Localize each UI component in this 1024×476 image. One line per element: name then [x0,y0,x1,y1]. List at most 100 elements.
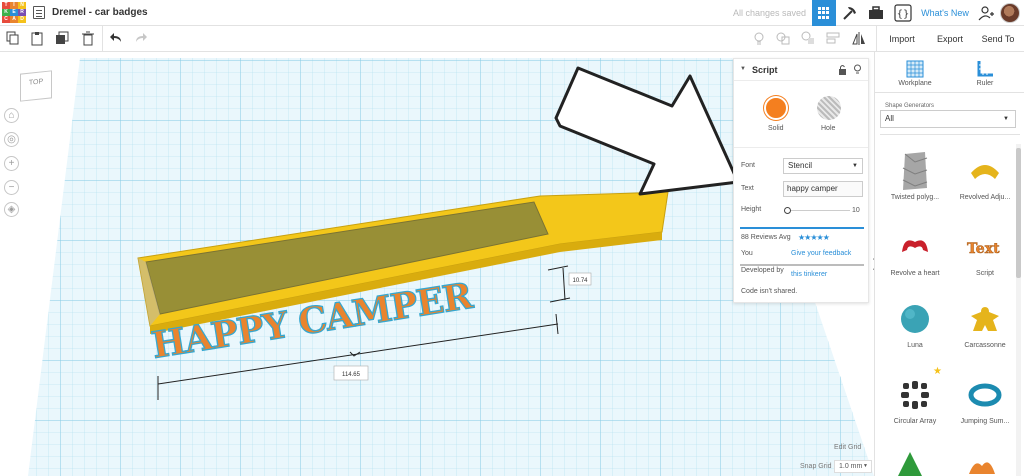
developed-by-label: Developed by [741,267,784,274]
shape-revolve-heart[interactable]: Revolve a heart [880,224,950,277]
add-user-button[interactable] [976,0,996,26]
shape-carcassonne[interactable]: Carcassonne [950,296,1020,349]
import-button[interactable]: Import [884,31,920,47]
font-value: Stencil [788,161,813,170]
shape-twisted-polygon[interactable]: Twisted polyg... [880,148,950,201]
ruler-tool[interactable]: Ruler [950,60,1020,87]
hole-label: Hole [821,125,836,132]
shape-dragon-partial[interactable] [967,456,997,476]
snap-grid-select[interactable]: 1.0 mm ▼ [834,460,872,473]
copy-icon[interactable] [6,31,20,46]
logo-letter: D [18,16,26,23]
svg-text:Text: Text [967,241,1000,257]
shape-label: Script [976,270,994,277]
sphere-icon [901,305,929,333]
category-select[interactable]: All ▼ [880,110,1016,128]
lessons-button[interactable] [866,0,886,26]
logo-letter: R [18,9,26,16]
script-text-icon: Text [967,241,1001,257]
fit-view-button[interactable]: ◎ [4,132,19,147]
ortho-view-button[interactable]: ◈ [4,202,19,217]
zoom-out-button[interactable]: − [4,180,19,195]
undo-icon[interactable] [109,31,123,46]
snap-grid-label: Snap Grid [800,463,832,470]
edit-toolbar: Import Export Send To [0,26,1024,52]
chevron-down-icon: ▼ [1003,116,1009,122]
redo-icon[interactable] [134,31,148,46]
dimension-height-value: 10.74 [572,278,588,284]
dimension-height-label[interactable]: 10.74 [568,272,592,286]
height-label: Height [741,206,762,213]
lock-icon[interactable] [838,64,847,75]
shape-jumping-sumo[interactable]: Jumping Sum... [950,372,1020,425]
logo-letter: K [2,9,10,16]
inspector-header[interactable]: ▼ Script [734,59,868,81]
code-braces-icon: {} [894,4,912,22]
view-cube[interactable]: TOP [20,70,52,102]
export-button[interactable]: Export [932,31,968,47]
revolved-adjustable-icon [971,165,999,179]
zoom-in-button[interactable]: + [4,156,19,171]
3d-view-button[interactable] [812,0,836,26]
ruler-icon [977,61,993,77]
tinkercad-logo[interactable]: TIN KER CAD [2,2,26,24]
design-menu-icon[interactable] [33,6,45,19]
add-user-icon [978,6,994,21]
font-label: Font [741,162,756,169]
ring-icon [968,383,1002,407]
shape-luna[interactable]: Luna [880,296,950,349]
dimension-width-label[interactable]: 114.65 [333,365,369,381]
right-panel: Workplane Ruler Shape Generators All ▼ T… [874,52,1024,476]
height-slider[interactable] [788,210,850,211]
solid-swatch[interactable] [764,96,788,120]
category-value: All [885,114,894,123]
group-icon[interactable] [776,31,790,46]
blocks-button[interactable] [840,0,860,26]
developer-link[interactable]: this tinkerer [791,271,827,278]
trash-icon[interactable] [81,31,95,46]
logo-letter: N [18,2,26,9]
collapse-icon[interactable]: ▼ [740,66,746,72]
revolve-heart-icon [902,240,928,252]
shape-script[interactable]: Text Script [950,224,1020,277]
user-avatar[interactable] [1000,3,1020,23]
workplane-icon [906,60,924,78]
text-label: Text [741,185,754,192]
send-to-button[interactable]: Send To [978,31,1018,47]
code-status: Code isn't shared. [741,288,798,295]
mirror-icon[interactable] [852,31,866,46]
reviews-label: 88 Reviews Avg [741,234,791,241]
shape-circular-array[interactable]: Circular Array [880,372,950,425]
snap-grid-value: 1.0 mm [839,463,863,470]
meeple-icon [971,307,999,331]
shape-label: Revolved Adju... [959,194,1011,201]
chevron-down-icon: ▼ [852,163,858,169]
ruler-label: Ruler [976,80,994,87]
right-panel-scrollbar[interactable] [1016,144,1021,476]
shape-label: Luna [907,342,923,349]
logo-letter: T [2,2,10,9]
text-input[interactable]: happy camper [783,181,863,197]
whats-new-link[interactable]: What's New [920,0,970,26]
edit-grid-button[interactable]: Edit Grid [834,444,861,451]
shape-tree-partial[interactable] [897,452,923,476]
feedback-link[interactable]: Give your feedback [791,250,851,257]
twisted-polygon-icon [902,152,928,190]
you-label: You [741,250,753,257]
lightbulb-icon[interactable] [752,31,766,46]
font-dropdown[interactable]: Stencil ▼ [783,158,863,174]
duplicate-icon[interactable] [55,31,69,46]
shape-revolved-adjustable[interactable]: Revolved Adju... [950,148,1020,201]
paste-icon[interactable] [30,31,44,46]
ungroup-icon[interactable] [801,31,815,46]
codeblocks-button[interactable]: {} [892,0,914,26]
document-title[interactable]: Dremel - car badges [52,7,148,18]
home-view-button[interactable]: ⌂ [4,108,19,123]
lightbulb-icon[interactable] [853,64,862,75]
shape-inspector: ▼ Script Solid Hole Font Stencil ▼ Text … [733,58,869,303]
top-bar: TIN KER CAD Dremel - car badges All change… [0,0,1024,26]
hole-swatch[interactable] [817,96,841,120]
height-slider-handle[interactable] [784,207,791,214]
align-icon[interactable] [826,31,840,46]
workplane-tool[interactable]: Workplane [880,60,950,87]
